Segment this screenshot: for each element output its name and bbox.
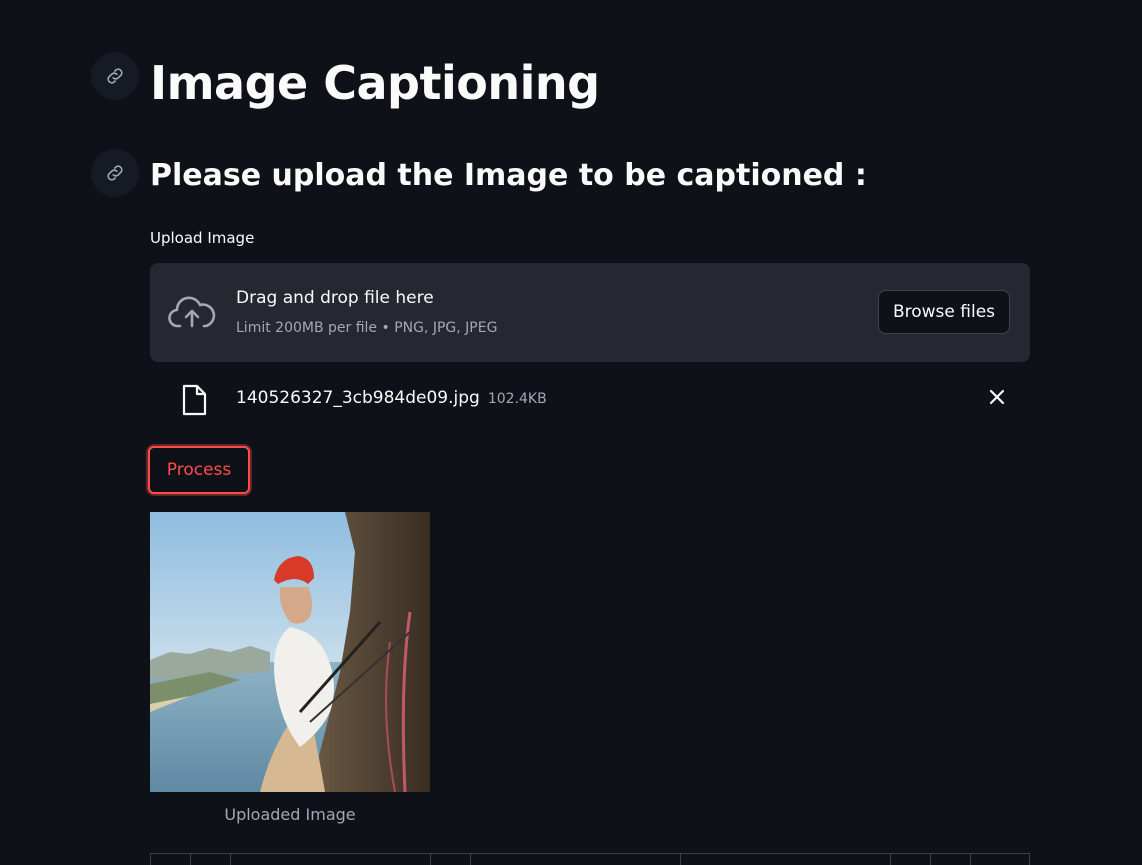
title-anchor-link[interactable] [91, 52, 139, 100]
uploaded-file-row: 140526327_3cb984de09.jpg 102.4KB [150, 376, 1030, 422]
file-icon [182, 384, 207, 416]
file-name-text: 140526327_3cb984de09.jpg [236, 388, 480, 408]
close-icon[interactable] [986, 386, 1008, 408]
link-icon [107, 165, 123, 181]
file-size: 102.4KB [487, 391, 547, 407]
dropzone-title: Drag and drop file here [236, 288, 434, 308]
file-dropzone[interactable]: Drag and drop file here Limit 200MB per … [150, 263, 1030, 362]
upload-label: Upload Image [150, 229, 255, 247]
browse-files-button[interactable]: Browse files [878, 290, 1010, 334]
uploaded-image [150, 512, 430, 792]
process-button[interactable]: Process [148, 446, 250, 494]
app-page: Image Captioning Please upload the Image… [0, 0, 1142, 865]
climber-photo [150, 512, 430, 792]
subtitle-anchor-link[interactable] [91, 149, 139, 197]
image-caption: Uploaded Image [224, 805, 356, 824]
uploaded-file-name: 140526327_3cb984de09.jpg 102.4KB [236, 388, 547, 408]
page-subtitle: Please upload the Image to be captioned … [150, 158, 867, 193]
dropzone-limit-text: Limit 200MB per file • PNG, JPG, JPEG [236, 320, 498, 336]
cloud-upload-icon [168, 296, 216, 328]
page-title: Image Captioning [150, 56, 600, 110]
link-icon [107, 68, 123, 84]
results-table-top [150, 853, 1030, 865]
